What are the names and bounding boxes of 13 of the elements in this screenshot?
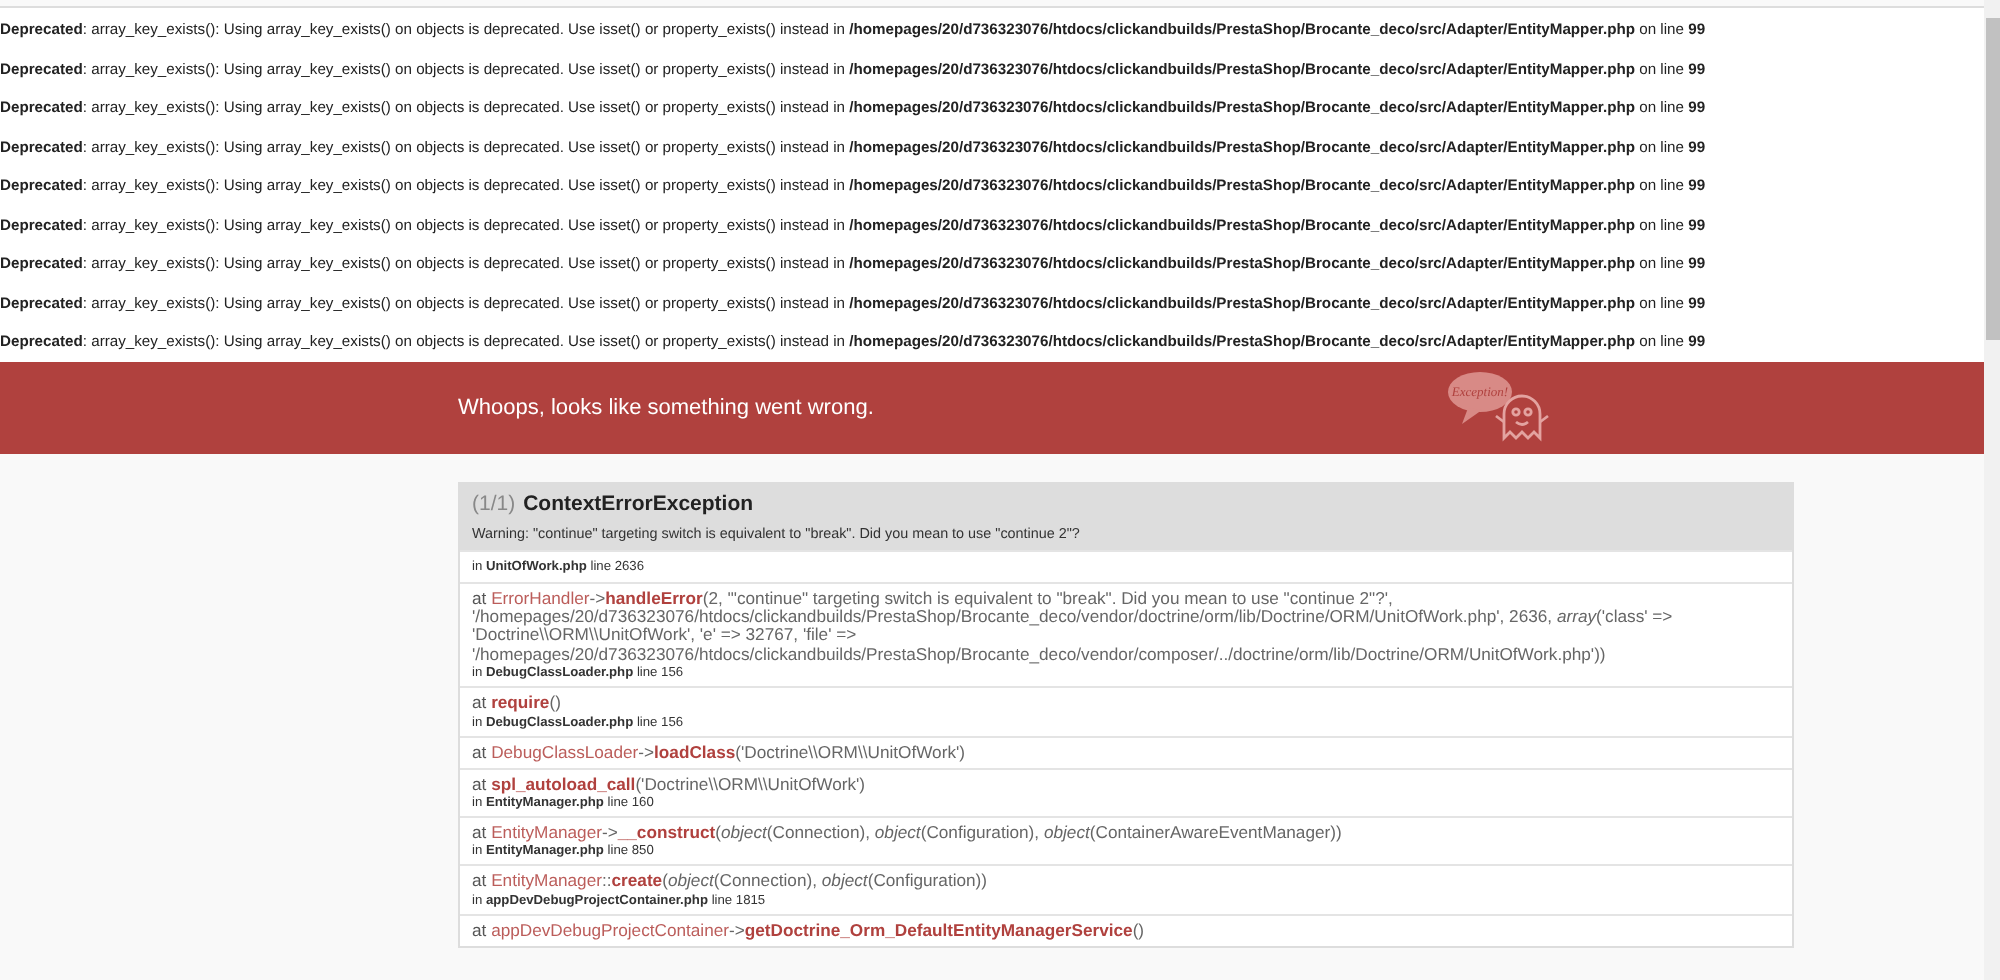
exception-count: (1/1)	[472, 491, 516, 515]
scrollbar-thumb[interactable]	[1985, 18, 1999, 340]
stack-call: at spl_autoload_call('Doctrine\\ORM\\UnitOfWork')	[472, 775, 868, 794]
speech-bubble-icon	[1448, 371, 1512, 423]
banner-title: Whoops, looks like something went wrong.	[458, 395, 874, 419]
stack-call: at require()	[472, 694, 563, 714]
stack-call: at DebugClassLoader->loadClass('Doctrine\\ORM\\UnitOfWork')	[472, 743, 967, 762]
scrollbar[interactable]	[1984, 0, 2000, 980]
stack-call: at EntityManager->__construct(object(Connection), object(Configuration), object(ContainerAwareEventManager))	[472, 823, 1344, 843]
stack-call: at appDevDebugProjectContainer->getDoctrine_Orm_DefaultEntityManagerService()	[472, 921, 1147, 941]
stack-call: at EntityManager::create(object(Connection), object(Configuration))	[472, 872, 990, 892]
exception-name: ContextErrorException	[523, 491, 754, 515]
stack-call: at ErrorHandler->handleError(2, '"continue" targeting switch is equivalent to "break". Did you mean to use "continue 2"?', '/homepages/20/d736323076/htdocs/clickandbuilds/PrestaShop/Brocante_deco/vendor/doctrine/orm/lib/Doctrine/ORM/UnitOfWork.php', 2636, array('class' => 'Doctrine\\ORM\\UnitOfWork', 'e' => 32767, 'file' => '/homepages/20/d736323076/htdocs/clickandbuilds/PrestaShop/Brocante_deco/vendor/composer/../doctrine/orm/lib/Doctrine/ORM/UnitOfWork.php'))	[472, 589, 1675, 665]
